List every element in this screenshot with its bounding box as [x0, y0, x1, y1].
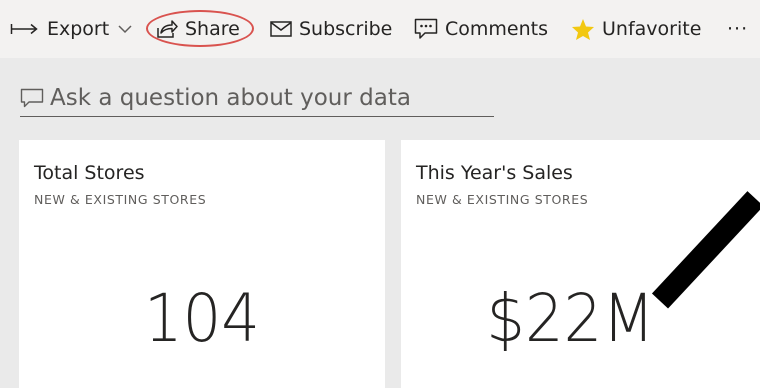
tile-total-stores[interactable]: Total Stores NEW & EXISTING STORES 104 [19, 140, 385, 388]
export-label: Export [47, 18, 110, 40]
tile-title: This Year's Sales [416, 162, 573, 184]
chevron-down-icon [118, 24, 132, 34]
comment-icon [414, 18, 438, 40]
tile-value: 104 [144, 280, 260, 357]
subscribe-button[interactable]: Subscribe [270, 0, 392, 58]
action-toolbar: Export Share Subscribe Comments Unfavori… [0, 0, 760, 59]
more-options-icon: ··· [727, 18, 749, 40]
chat-bubble-icon [20, 88, 44, 108]
export-button[interactable]: Export [10, 0, 132, 58]
share-label: Share [185, 18, 240, 40]
qa-input[interactable]: Ask a question about your data [20, 80, 494, 117]
mail-icon [270, 21, 292, 37]
comments-label: Comments [445, 18, 548, 40]
export-arrow-icon [10, 22, 40, 36]
qa-placeholder: Ask a question about your data [50, 85, 411, 111]
tile-subtitle: NEW & EXISTING STORES [416, 192, 589, 207]
qa-area: Ask a question about your data [0, 58, 760, 138]
tile-title: Total Stores [34, 162, 145, 184]
more-options-button[interactable]: ··· [727, 0, 748, 58]
unfavorite-label: Unfavorite [602, 18, 702, 40]
comments-button[interactable]: Comments [414, 0, 548, 58]
share-button[interactable]: Share [156, 0, 240, 58]
tile-value: $22M [486, 280, 655, 357]
star-icon [571, 18, 595, 41]
tile-subtitle: NEW & EXISTING STORES [34, 192, 207, 207]
unfavorite-button[interactable]: Unfavorite [571, 0, 701, 58]
subscribe-label: Subscribe [299, 18, 393, 40]
share-icon [156, 19, 178, 39]
